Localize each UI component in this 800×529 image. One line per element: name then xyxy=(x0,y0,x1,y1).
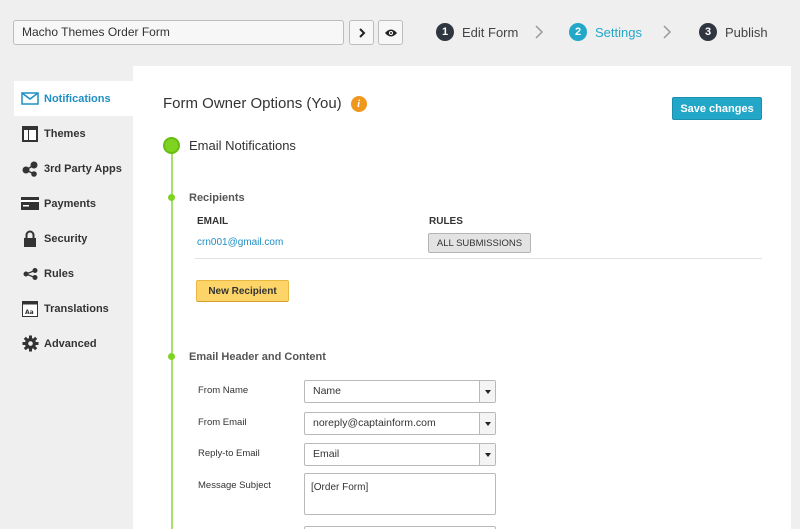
email-header-content-heading: Email Header and Content xyxy=(189,351,326,363)
email-notifications-heading: Email Notifications xyxy=(189,138,296,153)
sidebar-item-label: Payments xyxy=(44,197,96,210)
step-settings[interactable]: 2 Settings xyxy=(569,22,642,42)
sidebar-item-label: Advanced xyxy=(44,337,97,350)
sidebar-item-label: 3rd Party Apps xyxy=(44,162,122,175)
timeline-dot xyxy=(163,137,180,154)
translations-icon: Aa xyxy=(21,300,39,317)
select-value: noreply@captainform.com xyxy=(313,417,436,429)
settings-sidebar: Notifications Themes 3rd Party Apps Paym… xyxy=(14,81,134,361)
timeline-dot xyxy=(168,194,175,201)
message-subject-label: Message Subject xyxy=(198,480,271,491)
sidebar-item-label: Translations xyxy=(44,302,109,315)
from-email-label: From Email xyxy=(198,417,247,428)
email-column-header: EMAIL xyxy=(197,216,229,227)
reply-to-email-select[interactable]: Email xyxy=(304,443,496,466)
sidebar-item-3rd-party-apps[interactable]: 3rd Party Apps xyxy=(14,151,134,186)
info-icon[interactable]: i xyxy=(350,95,367,112)
page-title: Form Owner Options (You) i xyxy=(163,95,367,112)
new-recipient-button[interactable]: New Recipient xyxy=(196,280,289,302)
step-label: Settings xyxy=(595,24,642,40)
rules-column-header: RULES xyxy=(429,216,463,227)
sidebar-item-security[interactable]: Security xyxy=(14,221,134,256)
recipient-email-link[interactable]: crn001@gmail.com xyxy=(197,237,283,248)
page-title-text: Form Owner Options (You) xyxy=(163,95,342,112)
next-button[interactable] xyxy=(349,20,374,45)
step-number: 3 xyxy=(699,23,717,41)
step-label: Edit Form xyxy=(462,24,519,40)
settings-panel: Form Owner Options (You) i Save changes … xyxy=(133,66,791,529)
reply-to-email-label: Reply-to Email xyxy=(198,448,260,459)
rule-badge[interactable]: ALL SUBMISSIONS xyxy=(428,233,531,253)
caret-down-icon xyxy=(479,444,495,465)
caret-down-icon xyxy=(479,413,495,434)
row-divider xyxy=(195,258,762,259)
sidebar-item-translations[interactable]: Aa Translations xyxy=(14,291,134,326)
sidebar-item-themes[interactable]: Themes xyxy=(14,116,134,151)
chevron-right-icon xyxy=(358,27,365,38)
step-publish[interactable]: 3 Publish xyxy=(699,22,768,42)
from-email-select[interactable]: noreply@captainform.com xyxy=(304,412,496,435)
timeline-dot xyxy=(168,353,175,360)
theme-icon xyxy=(21,125,39,142)
preview-button[interactable] xyxy=(378,20,403,45)
from-name-label: From Name xyxy=(198,385,249,396)
sidebar-item-label: Notifications xyxy=(44,92,111,105)
sidebar-item-label: Themes xyxy=(44,127,86,140)
eye-icon xyxy=(384,29,397,36)
sidebar-item-label: Security xyxy=(44,232,88,245)
step-edit-form[interactable]: 1 Edit Form xyxy=(436,22,518,42)
message-subject-input[interactable]: [Order Form] xyxy=(304,473,496,515)
step-number: 1 xyxy=(436,23,454,41)
step-number: 2 xyxy=(569,23,587,41)
sidebar-item-rules[interactable]: Rules xyxy=(14,256,134,291)
chevron-right-icon xyxy=(663,25,672,39)
sidebar-item-notifications[interactable]: Notifications xyxy=(14,81,134,116)
envelope-icon xyxy=(21,91,39,107)
sidebar-item-advanced[interactable]: Advanced xyxy=(14,326,134,361)
select-value: Email xyxy=(313,448,340,460)
svg-text:Aa: Aa xyxy=(25,309,34,316)
rules-icon xyxy=(21,266,39,282)
select-value: Name xyxy=(313,385,342,397)
save-changes-button[interactable]: Save changes xyxy=(672,97,762,120)
gear-icon xyxy=(21,335,39,352)
recipients-heading: Recipients xyxy=(189,192,245,204)
sidebar-item-label: Rules xyxy=(44,267,74,280)
timeline-line xyxy=(171,146,173,529)
caret-down-icon xyxy=(479,381,495,402)
sidebar-item-payments[interactable]: Payments xyxy=(14,186,134,221)
apps-icon xyxy=(21,161,39,177)
form-name-input[interactable]: Macho Themes Order Form xyxy=(13,20,344,45)
step-label: Publish xyxy=(725,24,768,40)
from-name-select[interactable]: Name xyxy=(304,380,496,403)
credit-card-icon xyxy=(21,196,39,212)
lock-icon xyxy=(21,230,39,247)
chevron-right-icon xyxy=(535,25,544,39)
